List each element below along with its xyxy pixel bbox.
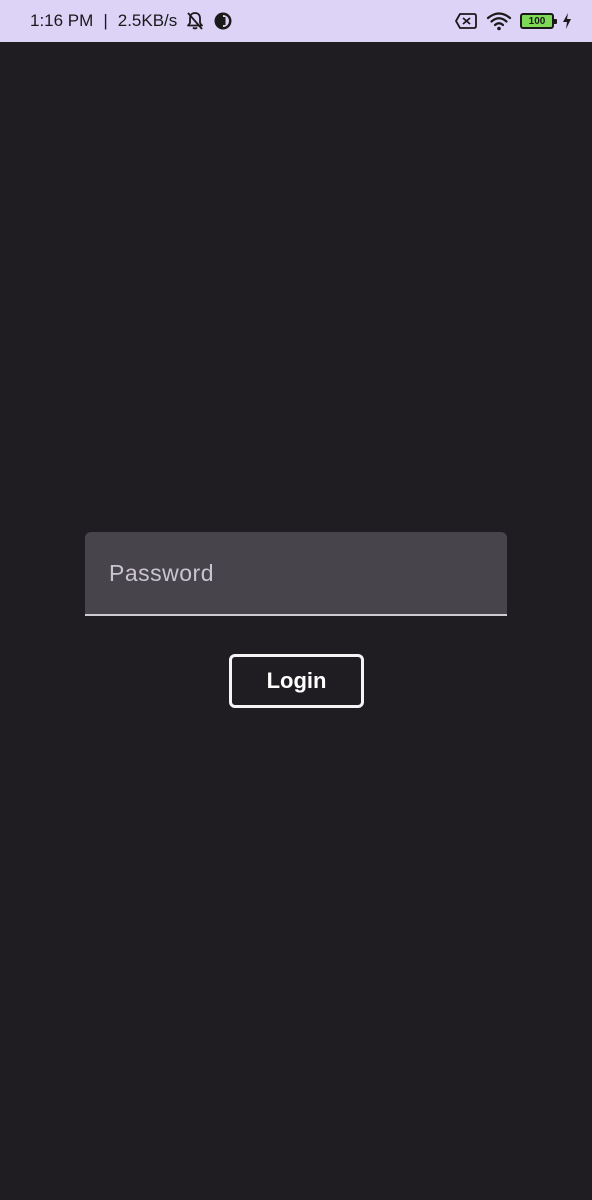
status-right: 100 [454, 11, 572, 31]
password-field[interactable] [85, 532, 507, 616]
network-speed: 2.5KB/s [117, 11, 178, 30]
login-screen: 1:16 PM | 2.5KB/s 100 Login [0, 0, 592, 1200]
battery-icon: 100 [520, 13, 557, 29]
wifi-icon [486, 11, 512, 31]
charging-icon [562, 12, 572, 30]
login-button[interactable]: Login [229, 654, 364, 708]
app-notification-icon [213, 11, 233, 31]
sim-off-icon [454, 12, 478, 30]
bell-off-icon [185, 11, 205, 31]
status-separator: | [103, 11, 108, 30]
status-time: 1:16 PM [30, 11, 94, 30]
battery-level: 100 [528, 15, 546, 27]
status-left: 1:16 PM | 2.5KB/s [30, 11, 233, 31]
status-bar: 1:16 PM | 2.5KB/s 100 [0, 0, 592, 42]
password-input[interactable] [109, 559, 507, 587]
